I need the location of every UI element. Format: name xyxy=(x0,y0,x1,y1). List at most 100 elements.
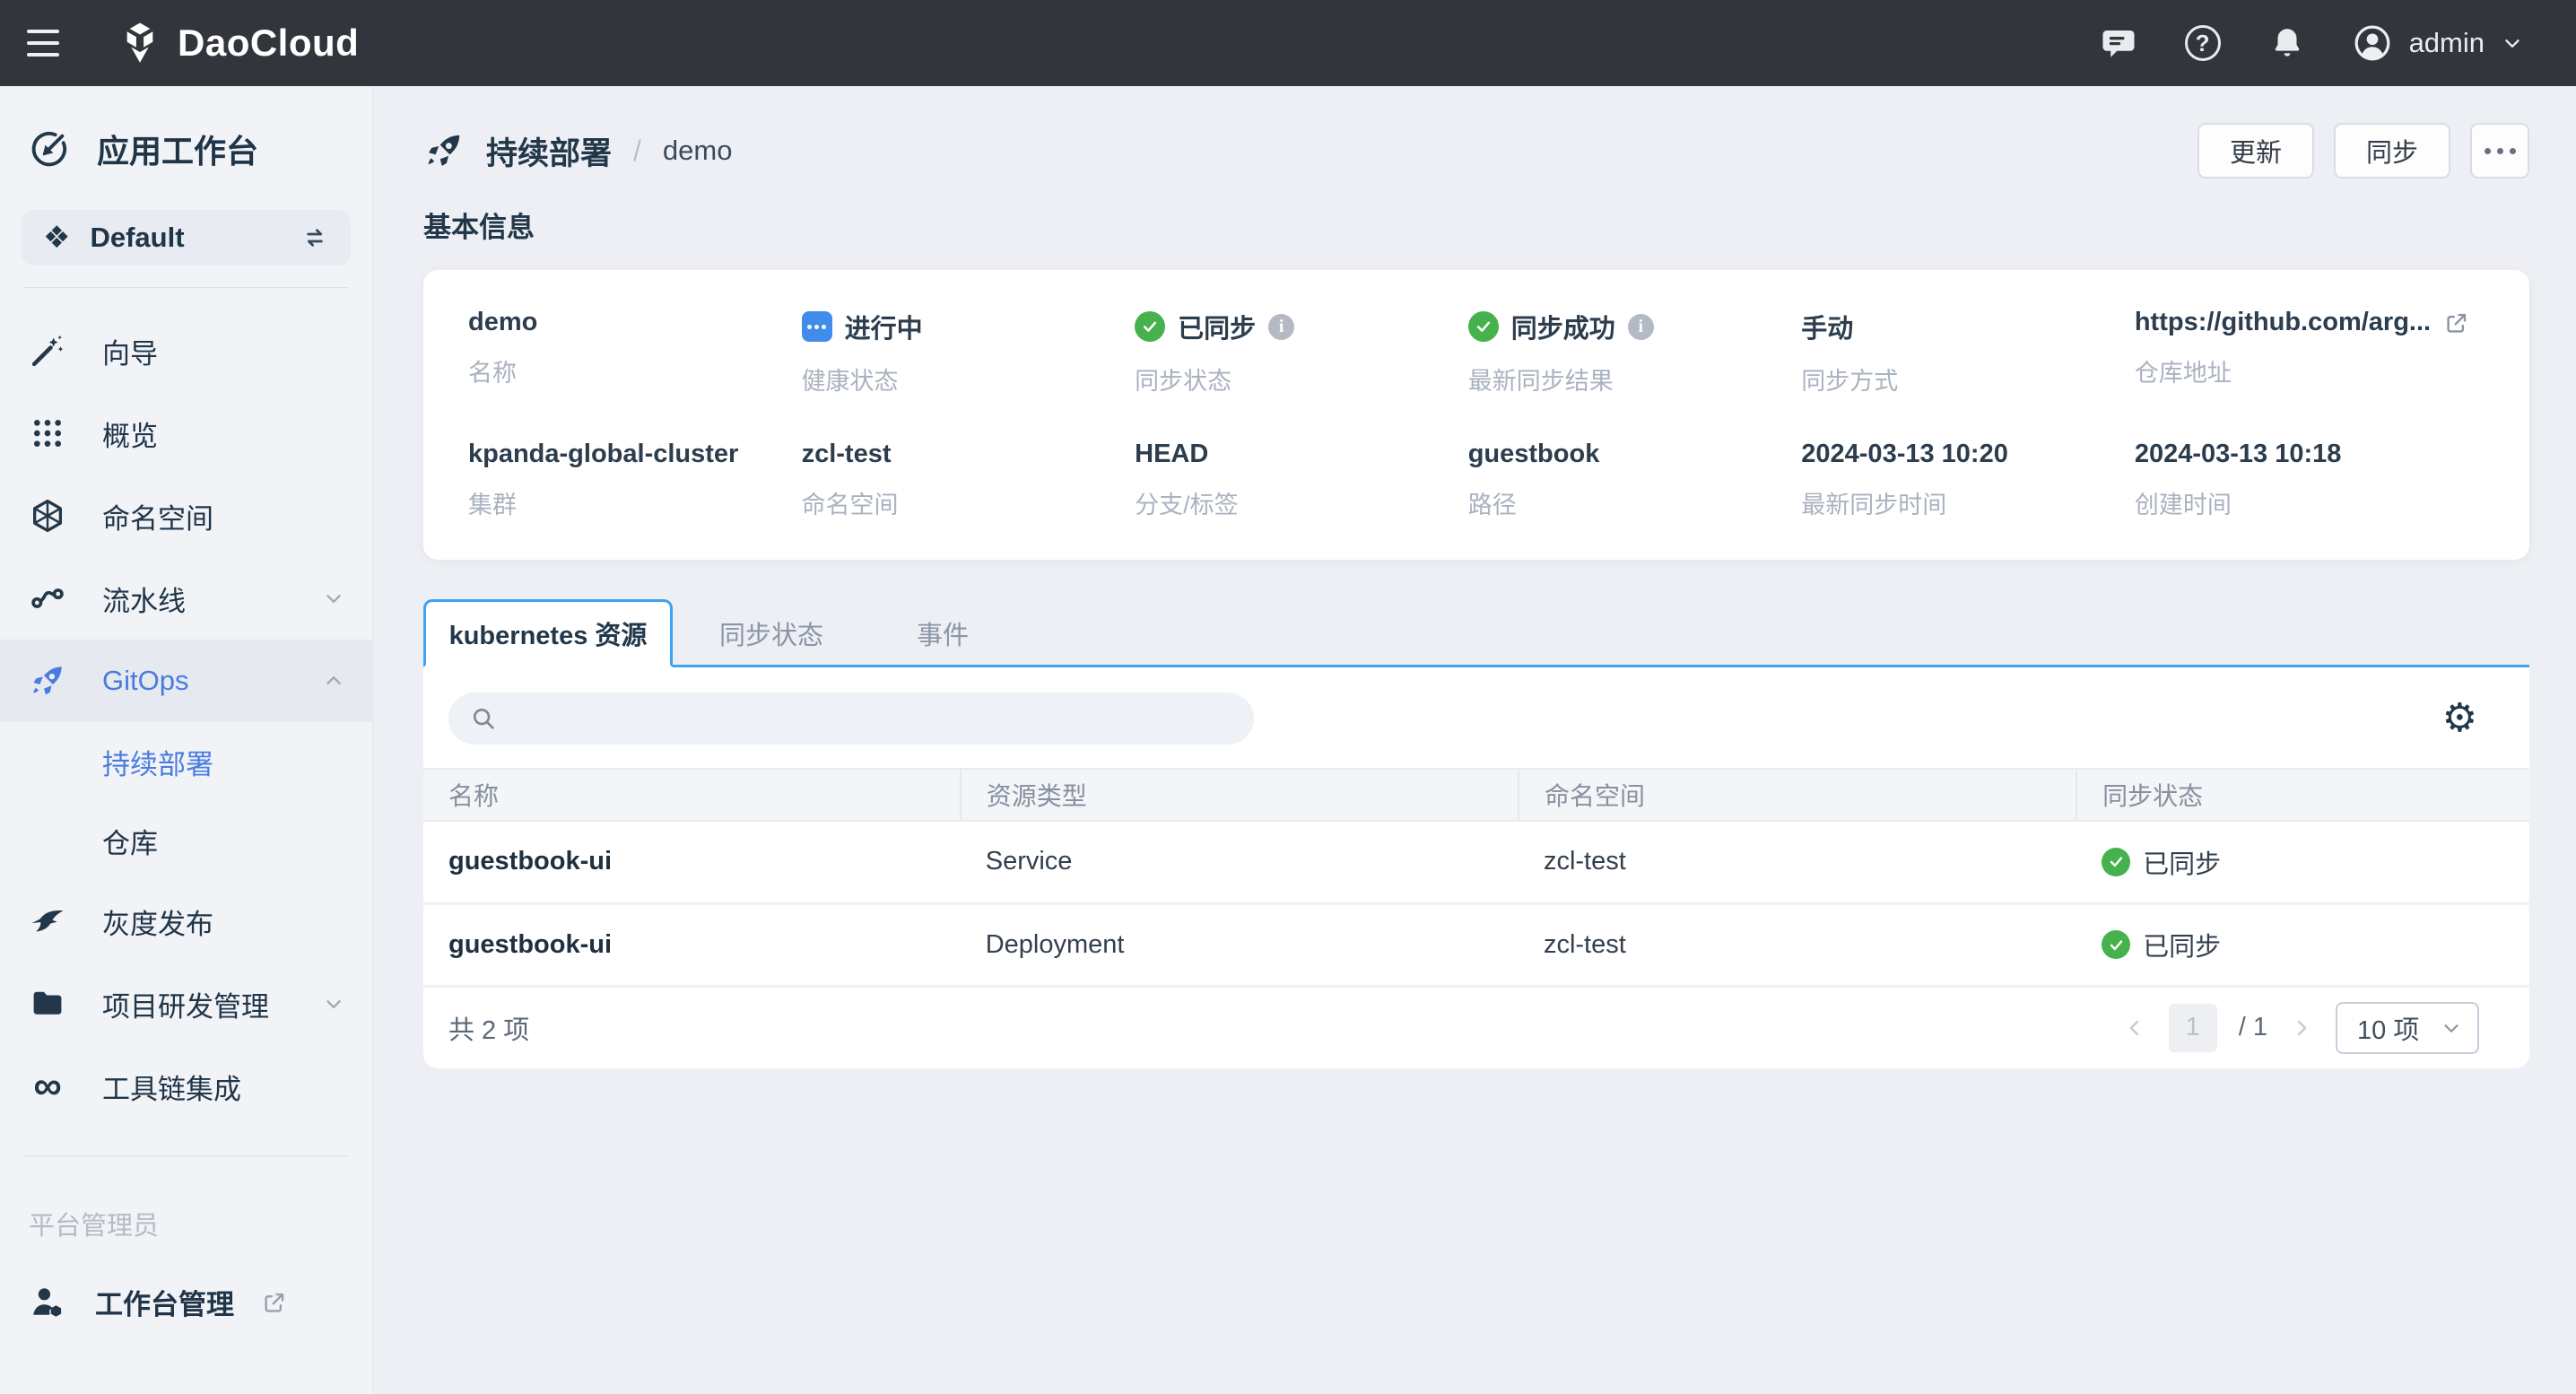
tab-events[interactable]: 事件 xyxy=(870,599,1015,667)
folder-icon xyxy=(27,985,68,1023)
page-count: / 1 xyxy=(2239,1013,2267,1042)
check-icon xyxy=(1135,311,1165,342)
column-header-namespace: 命名空间 xyxy=(1519,769,2076,821)
chevron-down-icon xyxy=(322,992,345,1015)
brand-name: DaoCloud xyxy=(178,22,359,65)
tab-sync-status[interactable]: 同步状态 xyxy=(673,599,870,667)
menu-toggle-icon[interactable] xyxy=(27,16,81,70)
sidebar-item-namespace[interactable]: 命名空间 xyxy=(0,475,372,557)
sync-button[interactable]: 同步 xyxy=(2334,123,2450,179)
field-sync-mode: 手动 同步方式 xyxy=(1801,308,2135,396)
check-icon xyxy=(2102,930,2130,959)
field-path: guestbook 路径 xyxy=(1468,440,1802,520)
avatar-icon xyxy=(2352,22,2393,64)
sidebar-item-gitops[interactable]: GitOps xyxy=(0,640,372,722)
more-actions-button[interactable] xyxy=(2470,123,2529,179)
check-icon xyxy=(2102,848,2130,876)
info-icon[interactable]: i xyxy=(1268,314,1294,340)
tab-kubernetes-resources[interactable]: kubernetes 资源 xyxy=(423,599,673,667)
basic-info-title: 基本信息 xyxy=(423,205,2529,245)
divider xyxy=(23,287,349,288)
resources-table: 名称 资源类型 命名空间 同步状态 guestbook-ui Service z… xyxy=(423,768,2529,988)
sidebar-item-toolchain[interactable]: ∞ 工具链集成 xyxy=(0,1045,372,1128)
sidebar-item-workbench-admin[interactable]: 工作台管理 xyxy=(0,1282,372,1322)
user-menu[interactable]: admin xyxy=(2352,22,2524,64)
search-box[interactable] xyxy=(448,693,1254,745)
daocloud-logo-icon xyxy=(117,20,163,66)
status-badge: 已同步 xyxy=(2102,926,2529,963)
rocket-icon xyxy=(423,130,465,171)
bird-icon xyxy=(27,902,68,940)
column-header-type: 资源类型 xyxy=(961,769,1519,821)
field-health-status: 进行中 健康状态 xyxy=(802,308,1136,396)
field-namespace: zcl-test 命名空间 xyxy=(802,440,1136,520)
cube-icon xyxy=(27,497,68,535)
field-last-sync-time: 2024-03-13 10:20 最新同步时间 xyxy=(1801,440,2135,520)
chat-icon xyxy=(2100,24,2137,62)
user-name: admin xyxy=(2409,27,2485,59)
top-header: DaoCloud ? admin xyxy=(0,0,2576,86)
breadcrumb-current: demo xyxy=(663,135,733,167)
table-row: guestbook-ui Service zcl-test 已同步 xyxy=(423,821,2529,903)
external-link-icon xyxy=(261,1289,288,1316)
status-badge: 已同步 xyxy=(2102,843,2529,881)
help-button[interactable]: ? xyxy=(2183,23,2223,63)
table-settings-button[interactable]: ⚙ xyxy=(2442,699,2477,738)
external-link-icon[interactable] xyxy=(2443,309,2470,336)
chevron-down-icon xyxy=(322,587,345,610)
info-icon[interactable]: i xyxy=(1628,314,1654,340)
search-input[interactable] xyxy=(511,704,1232,733)
chevron-down-icon xyxy=(2440,1016,2463,1040)
next-page-button[interactable] xyxy=(2289,1015,2314,1041)
sidebar-item-wizard[interactable]: 向导 xyxy=(0,309,372,392)
workspace-selector[interactable]: ❖ Default xyxy=(22,210,351,266)
column-header-name: 名称 xyxy=(423,769,961,821)
breadcrumb-root[interactable]: 持续部署 xyxy=(486,128,612,174)
admin-user-icon xyxy=(29,1283,68,1322)
sidebar-item-project-management[interactable]: 项目研发管理 xyxy=(0,963,372,1045)
update-button[interactable]: 更新 xyxy=(2197,123,2314,179)
field-name: demo 名称 xyxy=(468,308,802,396)
prev-page-button[interactable] xyxy=(2122,1015,2147,1041)
field-cluster: kpanda-global-cluster 集群 xyxy=(468,440,802,520)
chevron-up-icon xyxy=(322,669,345,693)
progressing-icon xyxy=(802,311,832,342)
check-icon xyxy=(1468,311,1499,342)
workbench-icon xyxy=(29,128,70,170)
pagination: 共 2 项 1 / 1 10 项 xyxy=(423,988,2529,1068)
feedback-button[interactable] xyxy=(2099,23,2138,63)
rocket-icon xyxy=(27,662,68,700)
sidebar-item-overview[interactable]: 概览 xyxy=(0,392,372,475)
tab-bar: kubernetes 资源 同步状态 事件 xyxy=(423,599,2529,667)
search-icon xyxy=(470,705,497,732)
field-repo-url: https://github.com/arg... 仓库地址 xyxy=(2135,308,2485,396)
sidebar-item-continuous-deployment[interactable]: 持续部署 xyxy=(0,722,372,801)
sidebar-item-repository[interactable]: 仓库 xyxy=(0,801,372,880)
resources-panel: ⚙ 名称 资源类型 命名空间 同步状态 guestbook-ui Service xyxy=(423,667,2529,1068)
repo-url-link[interactable]: https://github.com/arg... xyxy=(2135,308,2431,337)
grid-dots-icon xyxy=(27,415,68,451)
notifications-button[interactable] xyxy=(2267,23,2307,63)
main-content: 持续部署 / demo 更新 同步 基本信息 demo 名称 进行中 健康状 xyxy=(373,86,2576,1394)
workspace-icon: ❖ xyxy=(43,222,70,253)
bell-icon xyxy=(2269,25,2305,61)
sidebar: 应用工作台 ❖ Default 向导 xyxy=(0,86,373,1394)
workbench-title: 应用工作台 xyxy=(0,86,372,210)
field-created-time: 2024-03-13 10:18 创建时间 xyxy=(2135,440,2485,520)
breadcrumb-separator: / xyxy=(633,135,641,168)
sidebar-item-pipeline[interactable]: 流水线 xyxy=(0,557,372,640)
field-branch: HEAD 分支/标签 xyxy=(1135,440,1468,520)
wand-icon xyxy=(27,332,68,370)
switch-workspace-icon[interactable] xyxy=(300,223,329,252)
basic-info-card: demo 名称 进行中 健康状态 已同步 i 同步状态 xyxy=(423,270,2529,560)
column-header-status: 同步状态 xyxy=(2076,769,2529,821)
chevron-down-icon xyxy=(2501,31,2524,55)
sidebar-item-canary-release[interactable]: 灰度发布 xyxy=(0,880,372,963)
brand-logo[interactable]: DaoCloud xyxy=(117,20,359,66)
breadcrumb: 持续部署 / demo xyxy=(423,128,732,174)
page-size-select[interactable]: 10 项 xyxy=(2336,1002,2479,1054)
section-label: 平台管理员 xyxy=(0,1178,372,1282)
current-page-input[interactable]: 1 xyxy=(2169,1004,2217,1052)
table-row: guestbook-ui Deployment zcl-test 已同步 xyxy=(423,903,2529,986)
pipeline-icon xyxy=(27,579,68,617)
